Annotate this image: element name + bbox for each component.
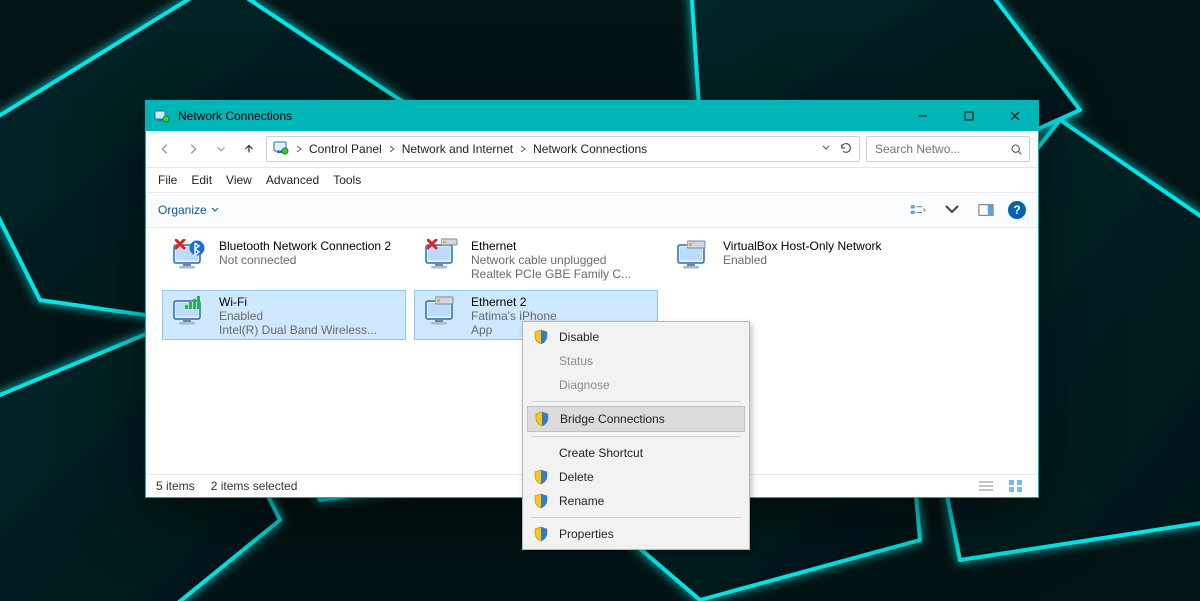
context-menu[interactable]: Disable Status Diagnose Bridge Connections C… xyxy=(522,321,750,550)
connection-name: Bluetooth Network Connection 2 xyxy=(219,239,391,253)
connection-name: Ethernet xyxy=(471,239,631,253)
titlebar[interactable]: Network Connections xyxy=(146,101,1038,131)
nav-forward-button[interactable] xyxy=(182,138,204,160)
menu-edit[interactable]: Edit xyxy=(191,173,212,187)
search-input[interactable] xyxy=(873,141,1004,157)
context-menu-label: Rename xyxy=(559,494,604,508)
network-adapter-icon xyxy=(169,239,211,281)
window-title: Network Connections xyxy=(178,109,292,123)
app-icon xyxy=(154,108,170,124)
uac-shield-icon xyxy=(533,526,549,542)
context-menu-label: Delete xyxy=(559,470,594,484)
context-menu-label: Properties xyxy=(559,527,614,541)
nav-back-button[interactable] xyxy=(154,138,176,160)
maximize-button[interactable] xyxy=(946,101,992,131)
connection-status: Enabled xyxy=(723,253,882,267)
context-menu-item: Status xyxy=(525,349,747,373)
context-menu-item[interactable]: Disable xyxy=(525,325,747,349)
search-icon xyxy=(1010,143,1023,156)
connection-item[interactable]: VirtualBox Host-Only NetworkEnabled xyxy=(666,234,910,284)
nav-recent-button[interactable] xyxy=(210,138,232,160)
status-selection-count: 2 items selected xyxy=(211,479,298,493)
connection-device: Intel(R) Dual Band Wireless... xyxy=(219,323,377,337)
uac-shield-icon xyxy=(533,329,549,345)
search-box[interactable] xyxy=(866,136,1030,162)
context-menu-label: Create Shortcut xyxy=(559,446,643,460)
connection-name: VirtualBox Host-Only Network xyxy=(723,239,882,253)
minimize-button[interactable] xyxy=(900,101,946,131)
connection-item[interactable]: Bluetooth Network Connection 2Not connec… xyxy=(162,234,406,284)
address-dropdown-icon[interactable] xyxy=(821,142,831,156)
context-menu-item[interactable]: Bridge Connections xyxy=(527,406,745,432)
view-details-toggle[interactable] xyxy=(974,476,998,496)
context-menu-item[interactable]: Rename xyxy=(525,489,747,513)
context-menu-item[interactable]: Properties xyxy=(525,522,747,546)
status-item-count: 5 items xyxy=(156,479,195,493)
context-menu-label: Status xyxy=(559,354,593,368)
menu-file[interactable]: File xyxy=(158,173,177,187)
connection-status: Network cable unplugged xyxy=(471,253,631,267)
context-menu-label: Bridge Connections xyxy=(560,412,665,426)
network-adapter-icon xyxy=(421,239,463,281)
connection-item[interactable]: Wi-FiEnabledIntel(R) Dual Band Wireless.… xyxy=(162,290,406,340)
view-options-button[interactable] xyxy=(906,200,930,220)
close-button[interactable] xyxy=(992,101,1038,131)
context-menu-item[interactable]: Create Shortcut xyxy=(525,441,747,465)
connection-status: Enabled xyxy=(219,309,377,323)
context-menu-label: Disable xyxy=(559,330,599,344)
nav-up-button[interactable] xyxy=(238,138,260,160)
context-menu-item[interactable]: Delete xyxy=(525,465,747,489)
organize-button[interactable]: Organize xyxy=(158,203,219,217)
refresh-button[interactable] xyxy=(839,141,853,158)
view-icons-toggle[interactable] xyxy=(1004,476,1028,496)
context-menu-separator xyxy=(531,401,741,402)
menu-view[interactable]: View xyxy=(226,173,252,187)
connection-name: Wi-Fi xyxy=(219,295,377,309)
view-caret-button[interactable] xyxy=(940,200,964,220)
connection-status: Not connected xyxy=(219,253,391,267)
breadcrumb[interactable]: Control Panel Network and Internet Netwo… xyxy=(266,136,860,162)
menu-advanced[interactable]: Advanced xyxy=(266,173,319,187)
breadcrumb-network-and-internet[interactable]: Network and Internet xyxy=(402,142,513,156)
breadcrumb-network-connections[interactable]: Network Connections xyxy=(533,142,647,156)
help-button[interactable]: ? xyxy=(1008,201,1026,219)
address-bar: Control Panel Network and Internet Netwo… xyxy=(146,131,1038,168)
menu-tools[interactable]: Tools xyxy=(333,173,361,187)
context-menu-separator xyxy=(531,436,741,437)
network-adapter-icon xyxy=(421,295,463,337)
control-panel-icon xyxy=(273,140,289,159)
network-adapter-icon xyxy=(673,239,715,281)
network-adapter-icon xyxy=(169,295,211,337)
connection-device: Realtek PCIe GBE Family C... xyxy=(471,267,631,281)
context-menu-item: Diagnose xyxy=(525,373,747,397)
context-menu-separator xyxy=(531,517,741,518)
preview-pane-button[interactable] xyxy=(974,200,998,220)
menu-bar: File Edit View Advanced Tools xyxy=(146,168,1038,193)
context-menu-label: Diagnose xyxy=(559,378,610,392)
command-bar: Organize ? xyxy=(146,193,1038,228)
breadcrumb-control-panel[interactable]: Control Panel xyxy=(309,142,382,156)
